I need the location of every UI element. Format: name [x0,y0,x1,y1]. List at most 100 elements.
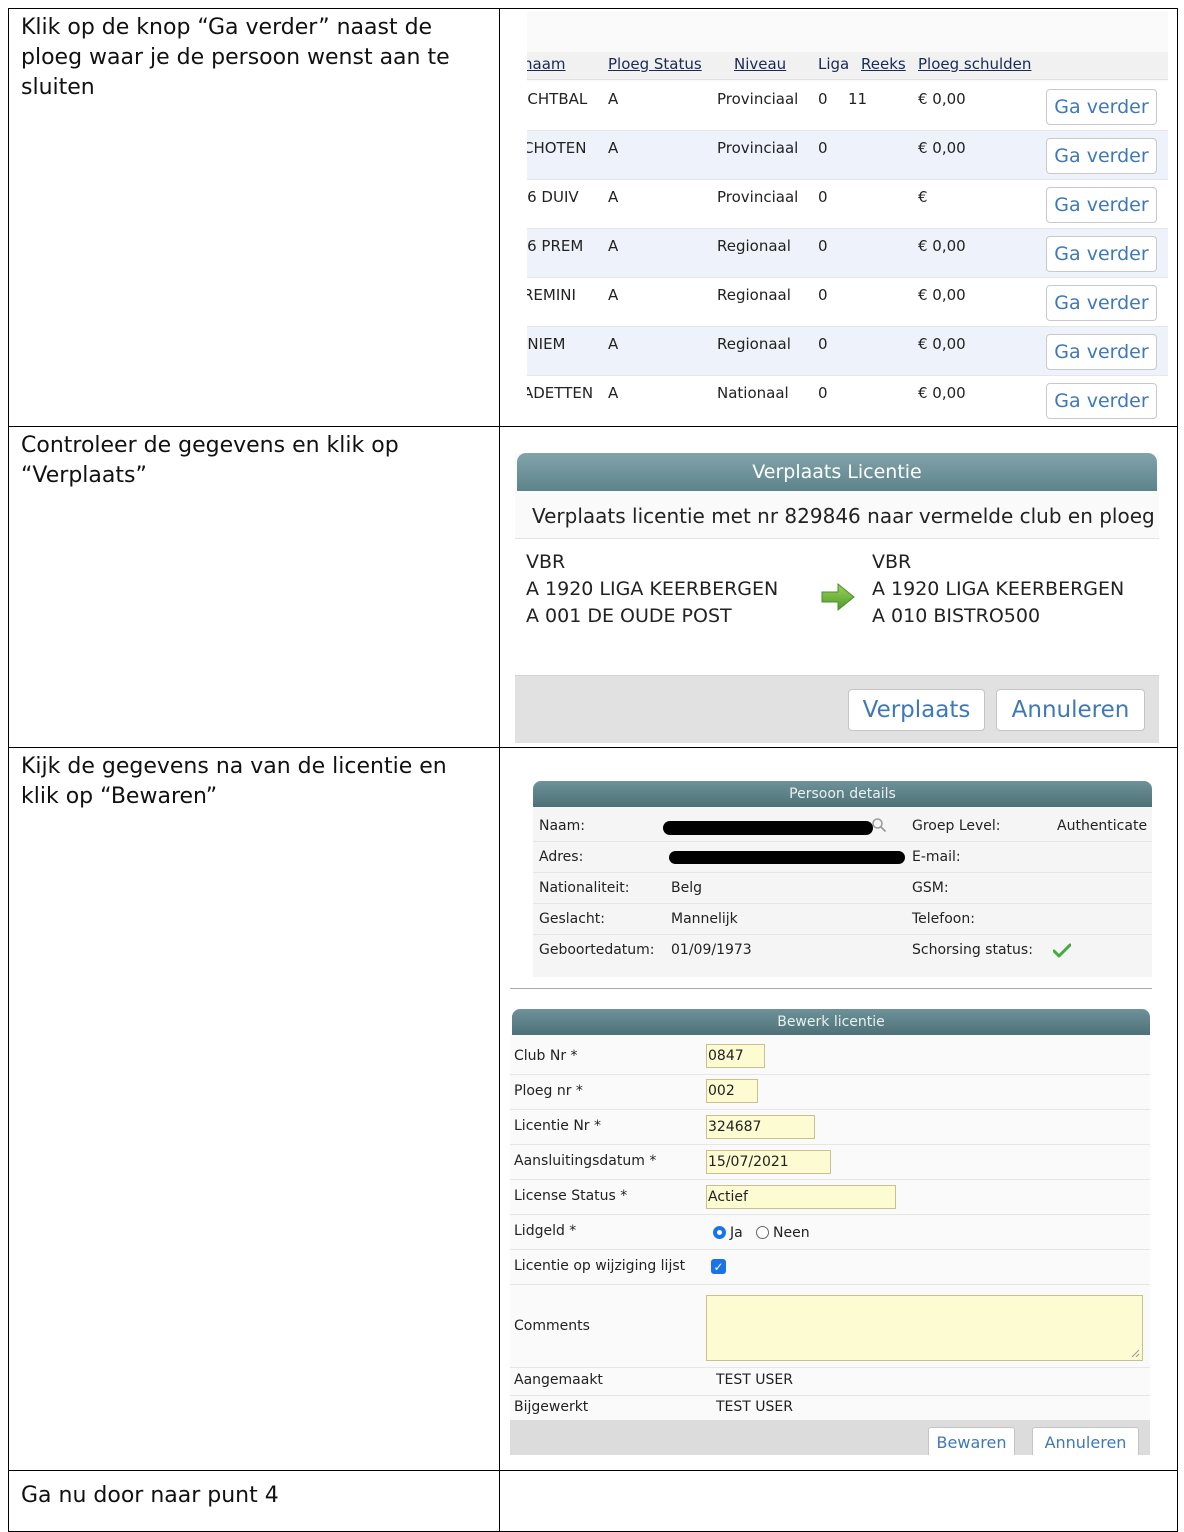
step-3-text: Kijk de gegevens na van de licentie en k… [21,754,447,809]
row-license-status: License Status * Actief [510,1180,1150,1215]
team-name: ADETTEN [527,384,594,402]
step-row-4: Ga nu door naar punt 4 [8,1470,1178,1532]
column-divider [499,9,500,426]
team-status: A [608,384,619,402]
from-federation: VBR [526,551,566,573]
row-bijgewerkt: Bijgewerkt TEST USER [510,1395,1150,1420]
team-schulden: € 0,00 [918,335,966,353]
geboortedatum-value: 01/09/1973 [671,942,752,958]
license-status-label: License Status * [514,1188,628,1204]
edit-license-title: Bewerk licentie [512,1009,1150,1035]
ploeg-nr-label: Ploeg nr * [514,1083,583,1099]
ga-verder-button[interactable]: Ga verder [1046,334,1157,370]
team-schulden: € 0,00 [918,139,966,157]
edit-license-footer: Bewaren Annuleren [510,1420,1150,1455]
team-status: A [608,188,619,206]
club-nr-label: Club Nr * [514,1048,578,1064]
team-status: A [608,90,619,108]
row-club-nr: Club Nr * 0847 [510,1040,1150,1075]
from-team: A 001 DE OUDE POST [526,605,732,627]
redacted-name [663,821,873,835]
ga-verder-button[interactable]: Ga verder [1046,285,1157,321]
pd-row-naam: Naam: Groep Level: Authenticate [533,811,1152,842]
geslacht-value: Mannelijk [671,911,738,927]
aansluitingsdatum-label: Aansluitingsdatum * [514,1153,657,1169]
move-to-block: VBR A 1920 LIGA KEERBERGEN A 010 BISTRO5… [872,549,1124,630]
nationaliteit-value: Belg [671,880,702,896]
team-row: ADETTEN A Nationaal 0 € 0,00 Ga verder [527,376,1168,423]
lidgeld-neen-radio[interactable] [756,1226,769,1239]
bewaren-button[interactable]: Bewaren [928,1427,1015,1455]
team-list-screenshot: naam Ploeg Status Niveau Liga Reeks Ploe… [527,11,1168,423]
checkmark-icon [1053,943,1071,958]
ga-verder-button[interactable]: Ga verder [1046,187,1157,223]
move-license-dialog: Verplaats Licentie Verplaats licentie me… [515,453,1159,743]
team-name: CHOTEN [527,139,587,157]
annuleren-button[interactable]: Annuleren [996,689,1145,731]
step-1-text: Klik op de knop “Ga verder” naast de plo… [21,15,450,100]
ga-verder-button[interactable]: Ga verder [1046,383,1157,419]
team-liga: 0 [818,139,828,157]
column-divider [499,427,500,747]
team-schulden: € 0,00 [918,90,966,108]
team-schulden: € 0,00 [918,384,966,402]
header-ploeg-schulden[interactable]: Ploeg schulden [918,55,1031,73]
licentie-nr-input[interactable]: 324687 [706,1115,815,1139]
ga-verder-button[interactable]: Ga verder [1046,89,1157,125]
pd-row-geslacht: Geslacht: Mannelijk Telefoon: [533,904,1152,935]
team-row: '6 PREM A Regionaal 0 € 0,00 Ga verder [527,229,1168,278]
step-row-1: Klik op de knop “Ga verder” naast de plo… [8,8,1178,426]
row-wijziging-lijst: Licentie op wijziging lijst ✓ [510,1250,1150,1285]
lidgeld-label: Lidgeld * [514,1223,577,1239]
groep-level-value: Authenticate [1057,818,1148,834]
license-status-input[interactable]: Actief [706,1185,896,1209]
dialog-title: Verplaats Licentie [517,453,1157,491]
team-row: '6 DUIV A Provinciaal 0 € Ga verder [527,180,1168,229]
team-niveau: Provinciaal [717,188,799,206]
person-details-title: Persoon details [533,781,1152,807]
licentie-nr-label: Licentie Nr * [514,1118,601,1134]
search-icon[interactable] [871,817,887,833]
team-niveau: Nationaal [717,384,789,402]
aansluitingsdatum-input[interactable]: 15/07/2021 [706,1150,831,1174]
dialog-body: VBR A 1920 LIGA KEERBERGEN A 001 DE OUDE… [515,538,1159,676]
team-schulden: € 0,00 [918,237,966,255]
wijziging-lijst-checkbox[interactable]: ✓ [711,1259,726,1274]
row-ploeg-nr: Ploeg nr * 002 [510,1075,1150,1110]
header-ploeg-status[interactable]: Ploeg Status [608,55,702,73]
nationaliteit-label: Nationaliteit: [539,880,630,896]
wijziging-lijst-label: Licentie op wijziging lijst [514,1258,686,1274]
comments-textarea[interactable] [706,1295,1143,1361]
lidgeld-ja-label[interactable]: Ja [730,1225,743,1241]
resize-grip-icon[interactable] [1131,1349,1140,1358]
pd-row-geboortedatum: Geboortedatum: 01/09/1973 Schorsing stat… [533,935,1152,965]
team-schulden: € [918,188,928,206]
column-divider [499,748,500,1470]
section-divider [510,988,1152,989]
move-from-block: VBR A 1920 LIGA KEERBERGEN A 001 DE OUDE… [526,549,778,630]
ga-verder-button[interactable]: Ga verder [1046,138,1157,174]
row-aangemaakt: Aangemaakt TEST USER [510,1368,1150,1396]
header-naam[interactable]: naam [527,55,566,73]
comments-label: Comments [514,1318,590,1334]
geslacht-label: Geslacht: [539,911,606,927]
ga-verder-button[interactable]: Ga verder [1046,236,1157,272]
pd-row-adres: Adres: E-mail: [533,842,1152,873]
team-niveau: Regionaal [717,237,791,255]
team-table-header: naam Ploeg Status Niveau Liga Reeks Ploe… [527,52,1168,80]
lidgeld-neen-label[interactable]: Neen [773,1225,810,1241]
header-reeks[interactable]: Reeks [861,55,906,73]
lidgeld-ja-radio[interactable] [713,1226,726,1239]
to-team: A 010 BISTRO500 [872,605,1041,627]
team-liga: 0 [818,384,828,402]
annuleren-license-button[interactable]: Annuleren [1032,1427,1139,1455]
team-status: A [608,139,619,157]
team-row: JCHTBAL A Provinciaal 0 11 € 0,00 Ga verder [527,82,1168,131]
team-status: A [608,286,619,304]
ploeg-nr-input[interactable]: 002 [706,1079,758,1103]
header-niveau[interactable]: Niveau [734,55,786,73]
email-label: E-mail: [912,849,961,865]
team-name: REMINI [527,286,576,304]
club-nr-input[interactable]: 0847 [706,1044,765,1068]
verplaats-button[interactable]: Verplaats [848,689,985,731]
